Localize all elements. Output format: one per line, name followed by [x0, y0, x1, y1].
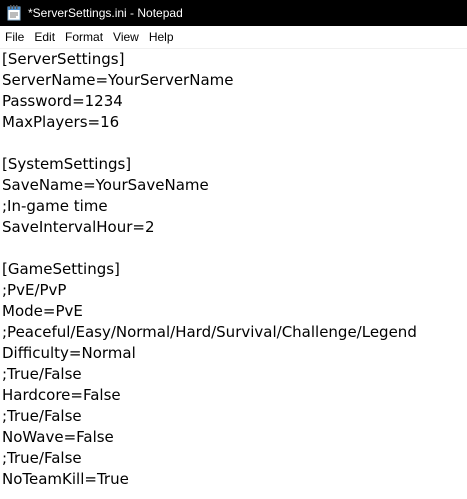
text-line: NoTeamKill=True [2, 470, 129, 488]
text-line [2, 238, 467, 259]
text-line: ;In-game time [2, 197, 108, 215]
text-line: ;True/False [2, 449, 82, 467]
text-line: [ServerSettings] [2, 50, 125, 68]
text-line: Difficulty=Normal [2, 344, 136, 362]
notepad-window: *ServerSettings.ini - Notepad File Edit … [0, 0, 467, 499]
menu-file[interactable]: File [0, 26, 29, 48]
menu-edit[interactable]: Edit [29, 26, 60, 48]
text-line: Password=1234 [2, 92, 123, 110]
text-line: [SystemSettings] [2, 155, 132, 173]
text-line [2, 133, 467, 154]
text-line: ;True/False [2, 365, 82, 383]
text-line: [GameSettings] [2, 260, 120, 278]
menu-view[interactable]: View [108, 26, 144, 48]
notepad-icon [7, 5, 21, 21]
text-line: ;PvE/PvP [2, 281, 67, 299]
text-editor-area[interactable]: [ServerSettings] ServerName=YourServerNa… [0, 48, 467, 499]
window-title: *ServerSettings.ini - Notepad [28, 6, 183, 20]
text-line: Mode=PvE [2, 302, 83, 320]
text-line: ServerName=YourServerName [2, 71, 234, 89]
menu-help[interactable]: Help [144, 26, 179, 48]
text-line: NoWave=False [2, 428, 114, 446]
text-line: SaveName=YourSaveName [2, 176, 209, 194]
text-line: ;True/False [2, 407, 82, 425]
text-line: Hardcore=False [2, 386, 121, 404]
menu-bar: File Edit Format View Help [0, 26, 467, 48]
text-line: MaxPlayers=16 [2, 113, 120, 131]
text-line: ;Peaceful/Easy/Normal/Hard/Survival/Chal… [2, 323, 417, 341]
text-line: SaveIntervalHour=2 [2, 218, 155, 236]
title-bar[interactable]: *ServerSettings.ini - Notepad [0, 0, 467, 26]
menu-format[interactable]: Format [60, 26, 108, 48]
